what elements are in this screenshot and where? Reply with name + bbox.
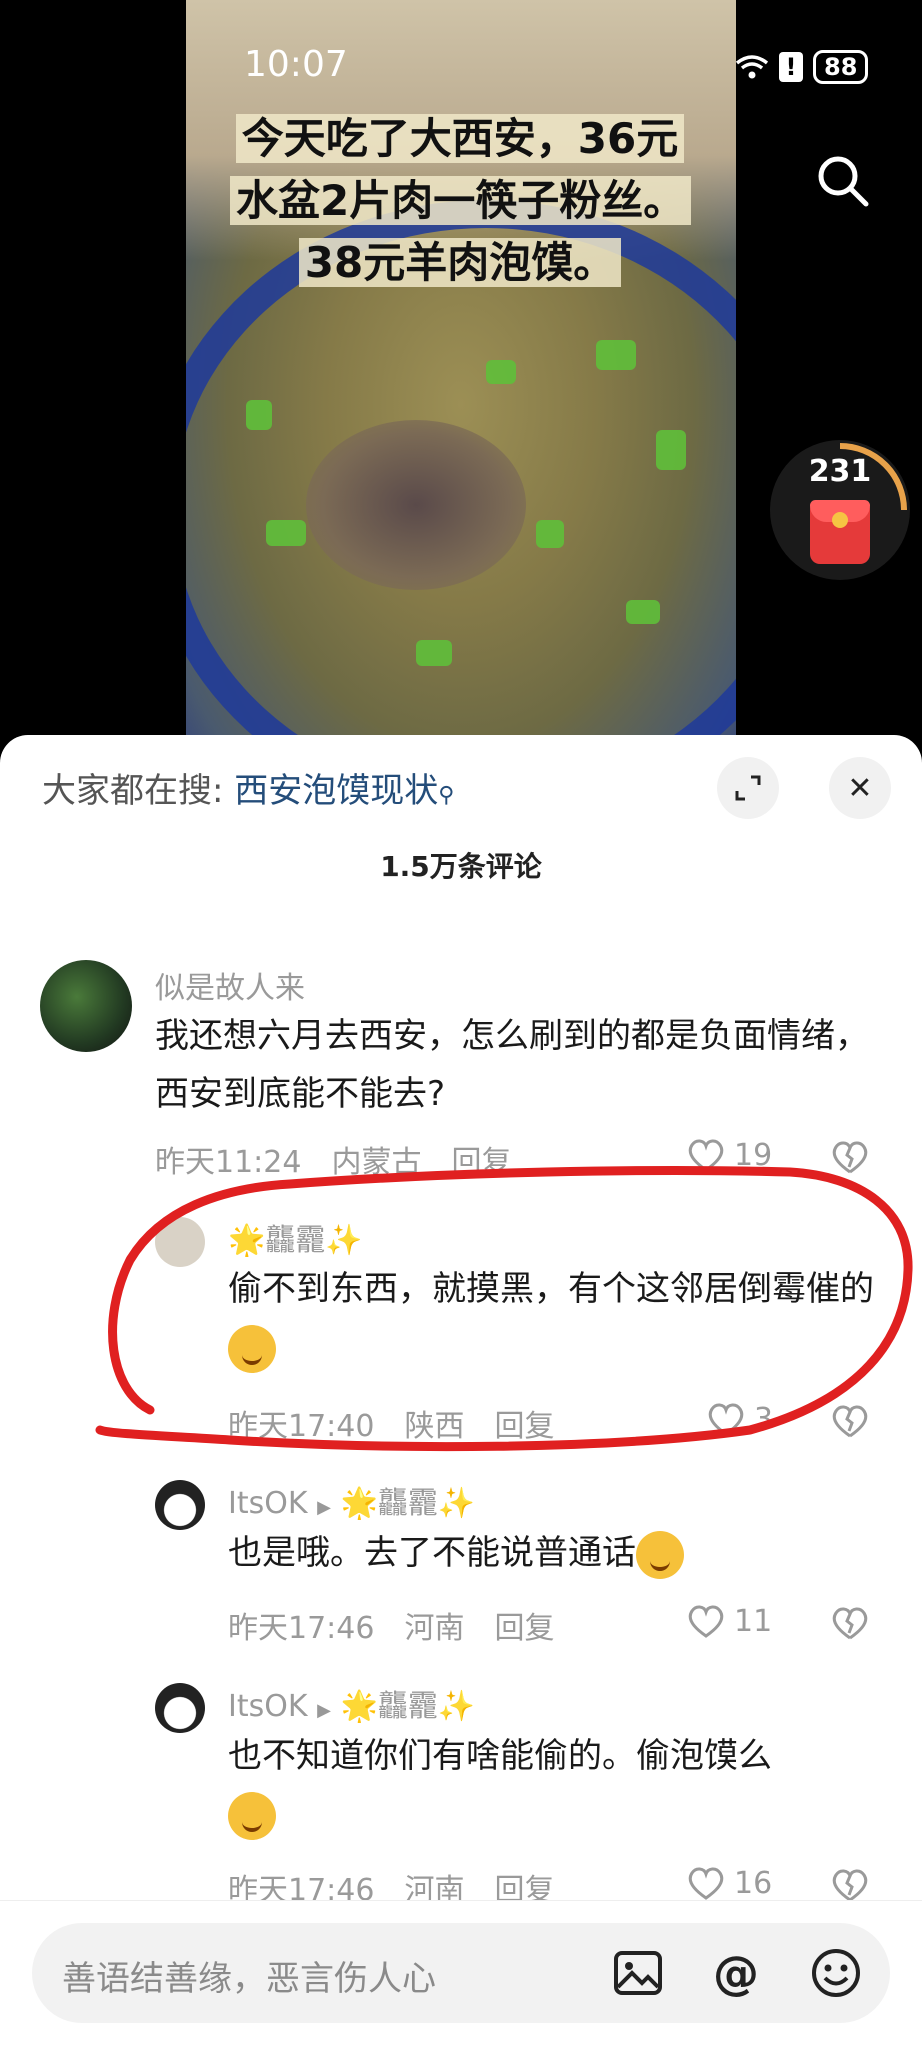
close-icon: ✕ (847, 770, 873, 806)
avatar[interactable] (40, 960, 132, 1052)
status-icons: ! 88 (735, 50, 869, 84)
reply-to-name[interactable]: 🌟龘龗✨ (340, 1689, 475, 1724)
expand-button[interactable] (717, 757, 779, 819)
dislike-icon[interactable] (830, 1865, 870, 1905)
reply-text: 也不知道你们有啥能偷的。偷泡馍么 (228, 1727, 888, 1843)
heart-icon (688, 1605, 724, 1638)
smirk-emoji-icon (636, 1530, 684, 1579)
comment-text: 我还想六月去西安，怎么刷到的都是负面情绪，西安到底能不能去? (155, 1016, 869, 1114)
reply-time: 昨天17:46 (228, 1611, 375, 1646)
comment-count-title: 1.5万条评论 (380, 850, 542, 883)
red-packet-count: 231 (808, 454, 872, 489)
video-caption: 今天吃了大西安，36元水盆2片肉一筷子粉丝。38元羊肉泡馍。 (230, 108, 692, 294)
image-picker-icon[interactable] (610, 1945, 666, 2001)
reply-author[interactable]: ItsOK ▶ 🌟龘龗✨ (228, 1681, 475, 1725)
reply-button[interactable]: 回复 (494, 1603, 554, 1647)
emoji-picker-icon[interactable] (808, 1945, 864, 2001)
search-small-icon: ⚲ (438, 783, 455, 808)
meat-in-soup (306, 420, 526, 590)
mention-icon[interactable]: @ (708, 1945, 764, 2001)
reply-text-content: 也是哦。去了不能说普通话 (228, 1533, 636, 1573)
video-player[interactable]: 今天吃了大西安，36元水盆2片肉一筷子粉丝。38元羊肉泡馍。 10:07 ! 8… (0, 0, 922, 735)
trending-search-link[interactable]: 西安泡馍现状 (234, 771, 438, 811)
heart-icon (688, 1867, 724, 1900)
trending-search[interactable]: 大家都在搜: 西安泡馍现状⚲ (42, 763, 454, 812)
wifi-icon (735, 55, 769, 79)
reply-to-name[interactable]: 🌟龘龗✨ (340, 1486, 475, 1521)
reply-author-name: ItsOK (228, 1689, 308, 1724)
dislike-icon[interactable] (830, 1603, 870, 1643)
trending-search-prefix: 大家都在搜: (42, 771, 224, 811)
reply-meta: 昨天17:46 河南 回复 (228, 1603, 554, 1647)
reply-author-name: ItsOK (228, 1486, 308, 1521)
comment-input[interactable]: 善语结善缘，恶言伤人心 @ (32, 1923, 890, 2023)
comment-author[interactable]: 似是故人来 (155, 963, 305, 1007)
alert-icon: ! (779, 52, 803, 82)
battery-indicator: 88 (813, 50, 869, 84)
reply-arrow-icon: ▶ (317, 1497, 331, 1518)
avatar[interactable] (155, 1480, 205, 1530)
like-count: 11 (734, 1603, 773, 1639)
reply-location: 河南 (404, 1611, 465, 1646)
reply-arrow-icon: ▶ (317, 1700, 331, 1721)
like-count: 16 (734, 1865, 773, 1901)
comment-input-placeholder: 善语结善缘，恶言伤人心 (62, 1959, 436, 1999)
status-time: 10:07 (244, 44, 348, 85)
search-icon[interactable] (812, 150, 872, 210)
like-button[interactable]: 16 (686, 1865, 772, 1901)
smirk-emoji-icon (228, 1791, 276, 1840)
reply-text: 也是哦。去了不能说普通话 (228, 1524, 888, 1582)
like-button[interactable]: 11 (686, 1603, 772, 1639)
red-annotation-circle (95, 1166, 913, 1452)
reply-text-content: 也不知道你们有啥能偷的。偷泡馍么 (228, 1736, 772, 1776)
comment-input-bar: 善语结善缘，恶言伤人心 @ (0, 1900, 922, 2049)
close-button[interactable]: ✕ (829, 757, 891, 819)
reply-author[interactable]: ItsOK ▶ 🌟龘龗✨ (228, 1478, 475, 1522)
video-frame: 今天吃了大西安，36元水盆2片肉一筷子粉丝。38元羊肉泡馍。 (186, 0, 736, 735)
red-packet-button[interactable]: 231 (770, 440, 910, 580)
avatar[interactable] (155, 1683, 205, 1733)
expand-icon (735, 775, 761, 801)
